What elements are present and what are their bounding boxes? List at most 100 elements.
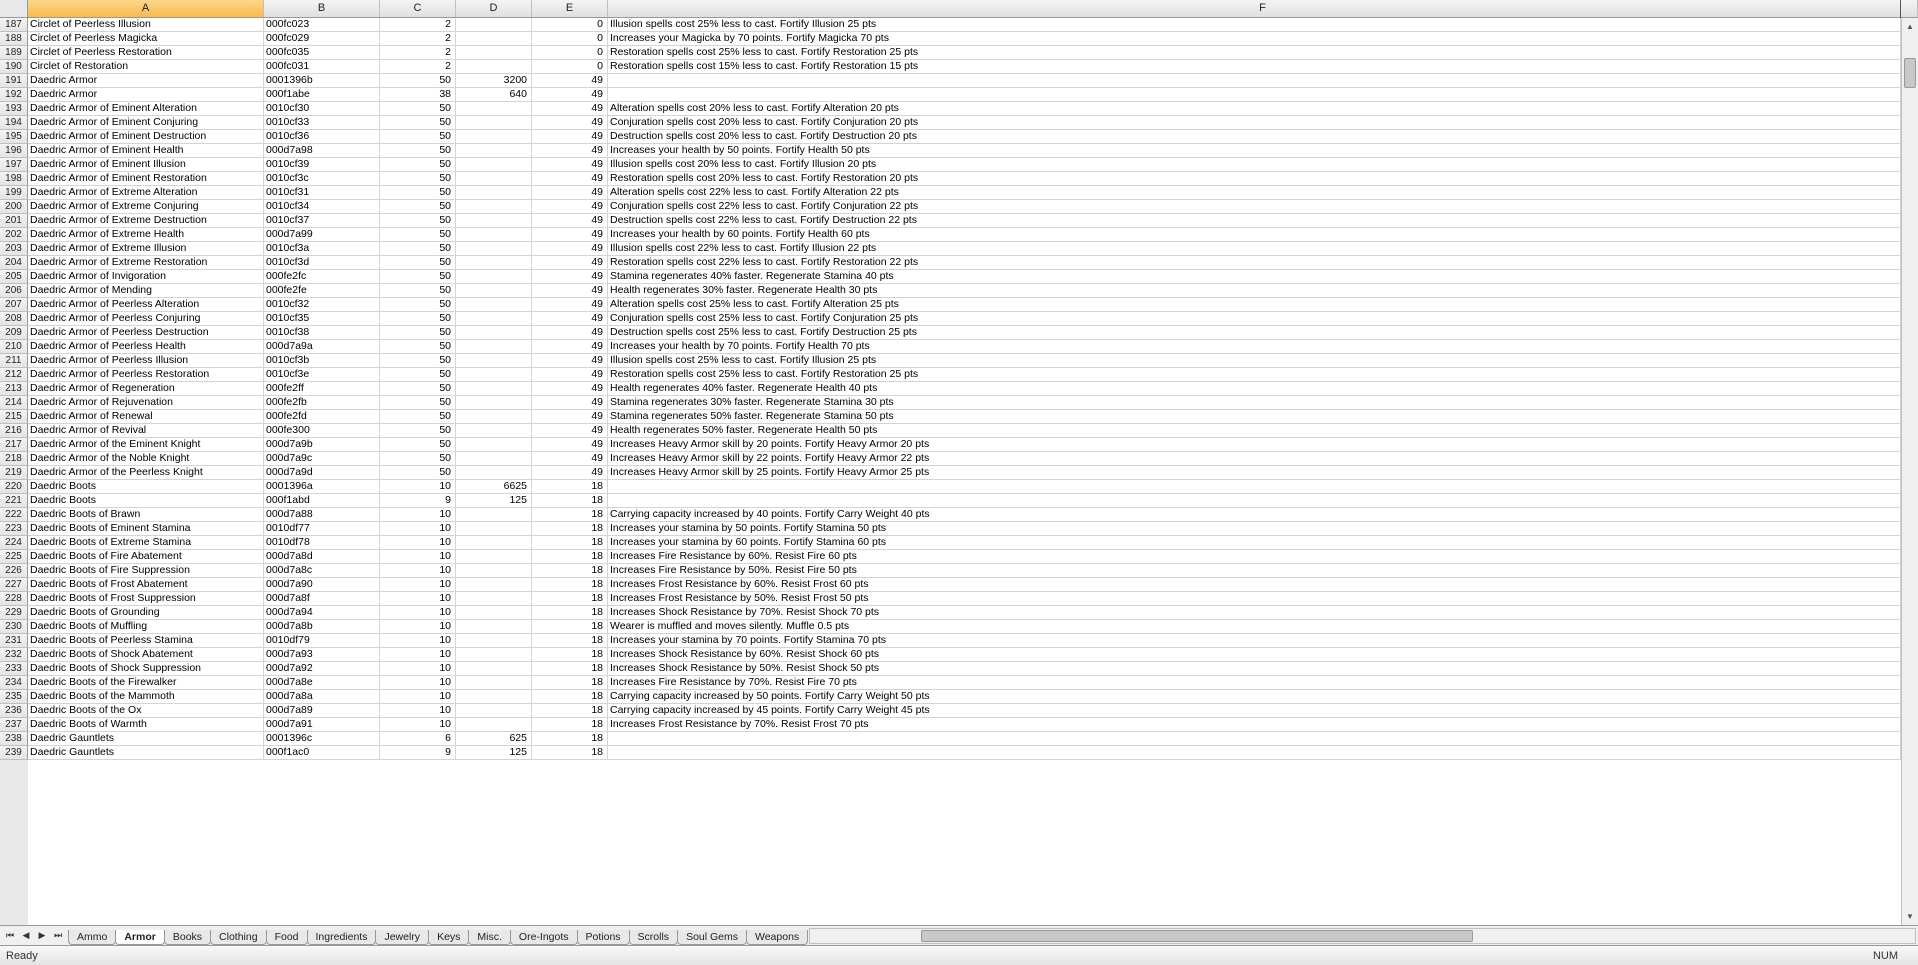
cell[interactable]: 18 <box>532 690 608 704</box>
cell[interactable]: 10 <box>380 718 456 732</box>
cell[interactable]: 18 <box>532 522 608 536</box>
row-header[interactable]: 237 <box>0 718 28 732</box>
cell[interactable] <box>456 312 532 326</box>
row-header[interactable]: 200 <box>0 200 28 214</box>
cell[interactable]: Daedric Armor of Eminent Conjuring <box>28 116 264 130</box>
cell[interactable]: 000d7a9a <box>264 340 380 354</box>
sheet-tab-ingredients[interactable]: Ingredients <box>307 930 377 945</box>
cell[interactable]: Carrying capacity increased by 50 points… <box>608 690 1901 704</box>
cell[interactable]: Circlet of Peerless Restoration <box>28 46 264 60</box>
cell[interactable]: 000d7a88 <box>264 508 380 522</box>
cell[interactable]: Daedric Armor <box>28 74 264 88</box>
cell[interactable]: 000f1abd <box>264 494 380 508</box>
horizontal-scrollbar[interactable] <box>809 928 1916 944</box>
cell[interactable]: 49 <box>532 214 608 228</box>
cell[interactable]: Daedric Boots of Shock Abatement <box>28 648 264 662</box>
cell[interactable]: 000d7a8f <box>264 592 380 606</box>
cell[interactable]: Increases your stamina by 50 points. For… <box>608 522 1901 536</box>
cell[interactable] <box>456 186 532 200</box>
sheet-tab-clothing[interactable]: Clothing <box>210 930 267 945</box>
cell[interactable]: 50 <box>380 214 456 228</box>
cell[interactable]: Conjuration spells cost 20% less to cast… <box>608 116 1901 130</box>
cell[interactable]: 49 <box>532 382 608 396</box>
cell[interactable]: Daedric Boots of Shock Suppression <box>28 662 264 676</box>
cell[interactable]: 000d7a91 <box>264 718 380 732</box>
cell[interactable] <box>456 46 532 60</box>
sheet-tab-food[interactable]: Food <box>266 930 308 945</box>
cell[interactable]: 50 <box>380 452 456 466</box>
cell[interactable]: Increases Shock Resistance by 70%. Resis… <box>608 606 1901 620</box>
row-header[interactable]: 209 <box>0 326 28 340</box>
row-header[interactable]: 222 <box>0 508 28 522</box>
cell[interactable]: 49 <box>532 340 608 354</box>
cell[interactable]: 49 <box>532 228 608 242</box>
cell[interactable] <box>456 172 532 186</box>
cell[interactable]: Health regenerates 30% faster. Regenerat… <box>608 284 1901 298</box>
cell[interactable]: 50 <box>380 466 456 480</box>
cell[interactable]: 10 <box>380 550 456 564</box>
tab-next-icon[interactable]: ▶ <box>34 928 50 944</box>
cell[interactable] <box>456 256 532 270</box>
row-header[interactable]: 187 <box>0 18 28 32</box>
row-header[interactable]: 194 <box>0 116 28 130</box>
cell[interactable]: 50 <box>380 424 456 438</box>
cell[interactable] <box>456 466 532 480</box>
cell[interactable]: 49 <box>532 186 608 200</box>
cell[interactable]: Increases Heavy Armor skill by 20 points… <box>608 438 1901 452</box>
cell[interactable]: 49 <box>532 438 608 452</box>
cell[interactable]: 0 <box>532 32 608 46</box>
row-header[interactable]: 236 <box>0 704 28 718</box>
cell[interactable]: 49 <box>532 326 608 340</box>
cell[interactable]: 49 <box>532 368 608 382</box>
cell[interactable] <box>608 494 1901 508</box>
cell[interactable]: 000fe2fe <box>264 284 380 298</box>
cell[interactable]: 0010cf3d <box>264 256 380 270</box>
cell[interactable]: Illusion spells cost 25% less to cast. F… <box>608 18 1901 32</box>
cell[interactable]: 18 <box>532 536 608 550</box>
cell[interactable]: 0010df79 <box>264 634 380 648</box>
row-header[interactable]: 238 <box>0 732 28 746</box>
cell[interactable]: Illusion spells cost 22% less to cast. F… <box>608 242 1901 256</box>
cell[interactable]: 000d7a8b <box>264 620 380 634</box>
cell[interactable] <box>456 130 532 144</box>
cell[interactable]: 000d7a93 <box>264 648 380 662</box>
cell[interactable] <box>456 564 532 578</box>
cell[interactable]: 0010cf36 <box>264 130 380 144</box>
cell[interactable]: 0010cf32 <box>264 298 380 312</box>
cell[interactable]: 000d7a8c <box>264 564 380 578</box>
cell[interactable]: 50 <box>380 172 456 186</box>
cell[interactable] <box>456 536 532 550</box>
cell[interactable]: 0010cf3e <box>264 368 380 382</box>
cell[interactable]: 18 <box>532 480 608 494</box>
cell[interactable]: Daedric Armor of Peerless Destruction <box>28 326 264 340</box>
cell[interactable]: Increases your health by 50 points. Fort… <box>608 144 1901 158</box>
row-header[interactable]: 228 <box>0 592 28 606</box>
row-header[interactable]: 202 <box>0 228 28 242</box>
cell[interactable]: 18 <box>532 634 608 648</box>
row-header[interactable]: 201 <box>0 214 28 228</box>
cell[interactable]: 000fe2fb <box>264 396 380 410</box>
cell[interactable]: 50 <box>380 102 456 116</box>
cell[interactable] <box>456 18 532 32</box>
cell[interactable] <box>456 550 532 564</box>
cell[interactable]: 50 <box>380 116 456 130</box>
cell[interactable] <box>456 340 532 354</box>
cell[interactable]: 0010cf30 <box>264 102 380 116</box>
cell[interactable]: Increases Shock Resistance by 50%. Resis… <box>608 662 1901 676</box>
row-header[interactable]: 227 <box>0 578 28 592</box>
cell[interactable]: Daedric Boots of Grounding <box>28 606 264 620</box>
cell[interactable]: Restoration spells cost 22% less to cast… <box>608 256 1901 270</box>
cell[interactable]: 000d7a90 <box>264 578 380 592</box>
cell[interactable] <box>456 578 532 592</box>
cell[interactable] <box>456 284 532 298</box>
cell[interactable] <box>456 396 532 410</box>
cell[interactable]: 49 <box>532 242 608 256</box>
cell[interactable]: 18 <box>532 606 608 620</box>
cell[interactable]: 49 <box>532 270 608 284</box>
cell[interactable]: 0010cf38 <box>264 326 380 340</box>
row-header[interactable]: 208 <box>0 312 28 326</box>
cell[interactable]: 49 <box>532 256 608 270</box>
row-header[interactable]: 217 <box>0 438 28 452</box>
cell[interactable]: 000fe300 <box>264 424 380 438</box>
cell[interactable] <box>608 88 1901 102</box>
